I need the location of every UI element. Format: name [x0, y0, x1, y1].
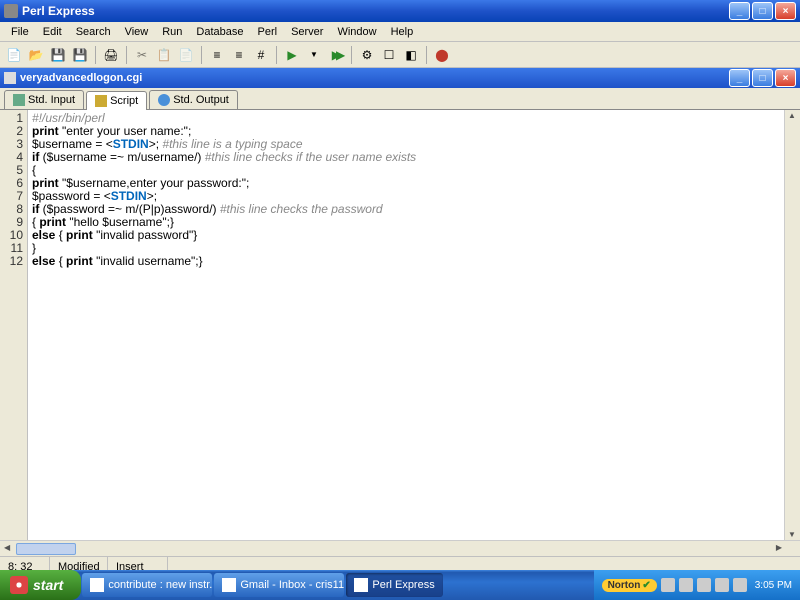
tray-icon[interactable]: [697, 578, 711, 592]
print-icon[interactable]: 🖨: [101, 45, 121, 65]
tab-script[interactable]: Script: [86, 91, 147, 110]
tab-label: Std. Output: [173, 94, 229, 106]
open-file-icon[interactable]: 📂: [26, 45, 46, 65]
document-icon: [4, 72, 16, 84]
task-label: contribute : new instr...: [108, 579, 212, 591]
hash-icon[interactable]: #: [251, 45, 271, 65]
maximize-button[interactable]: □: [752, 2, 773, 20]
menu-view[interactable]: View: [118, 24, 156, 40]
window-title: Perl Express: [22, 4, 729, 18]
tray-icon[interactable]: [679, 578, 693, 592]
app-icon: [354, 578, 368, 592]
editor-tabs: Std. Input Script Std. Output: [0, 88, 800, 110]
indent-icon[interactable]: ≡: [207, 45, 227, 65]
separator: [276, 46, 277, 64]
tab-label: Std. Input: [28, 94, 75, 106]
new-file-icon[interactable]: 📄: [4, 45, 24, 65]
separator: [201, 46, 202, 64]
taskbar-item-contribute[interactable]: contribute : new instr...: [82, 573, 212, 597]
check-icon: ✔: [642, 580, 650, 591]
norton-badge[interactable]: Norton✔: [602, 579, 657, 592]
menu-edit[interactable]: Edit: [36, 24, 69, 40]
dropdown-icon[interactable]: ▼: [304, 45, 324, 65]
output-icon: [158, 94, 170, 106]
app-icon: [4, 4, 18, 18]
menu-perl[interactable]: Perl: [251, 24, 285, 40]
horizontal-scrollbar[interactable]: [0, 540, 800, 556]
clock[interactable]: 3:05 PM: [755, 580, 792, 591]
doc-close-button[interactable]: ×: [775, 69, 796, 87]
document-filename: veryadvancedlogon.cgi: [20, 72, 729, 84]
tool-icon-d[interactable]: ⬤: [432, 45, 452, 65]
tray-icon[interactable]: [715, 578, 729, 592]
toolbar: 📄 📂 💾 💾 🖨 ✂ 📋 📄 ≡ ≡ # ▶ ▼ ▶▶ ⚙ ☐ ◧ ⬤: [0, 42, 800, 68]
window-titlebar: Perl Express _ □ ×: [0, 0, 800, 22]
separator: [126, 46, 127, 64]
copy-icon[interactable]: 📋: [154, 45, 174, 65]
save-icon[interactable]: 💾: [48, 45, 68, 65]
tab-label: Script: [110, 95, 138, 107]
code-content[interactable]: #!/usr/bin/perlprint "enter your user na…: [28, 110, 784, 540]
taskbar-item-perlexpress[interactable]: Perl Express: [346, 573, 442, 597]
tool-icon-a[interactable]: ⚙: [357, 45, 377, 65]
doc-minimize-button[interactable]: _: [729, 69, 750, 87]
run-all-icon[interactable]: ▶▶: [326, 45, 346, 65]
script-icon: [95, 95, 107, 107]
minimize-button[interactable]: _: [729, 2, 750, 20]
system-tray: Norton✔ 3:05 PM: [594, 570, 800, 600]
save-all-icon[interactable]: 💾: [70, 45, 90, 65]
cut-icon[interactable]: ✂: [132, 45, 152, 65]
menu-database[interactable]: Database: [189, 24, 250, 40]
outdent-icon[interactable]: ≡: [229, 45, 249, 65]
start-button[interactable]: start: [0, 570, 81, 600]
menu-file[interactable]: File: [4, 24, 36, 40]
start-label: start: [33, 577, 63, 593]
menubar: File Edit Search View Run Database Perl …: [0, 22, 800, 42]
app-icon: [222, 578, 236, 592]
doc-maximize-button[interactable]: □: [752, 69, 773, 87]
line-number-gutter: 123456789101112: [0, 110, 28, 540]
separator: [95, 46, 96, 64]
input-icon: [13, 94, 25, 106]
menu-help[interactable]: Help: [384, 24, 421, 40]
tray-icon[interactable]: [733, 578, 747, 592]
menu-search[interactable]: Search: [69, 24, 118, 40]
document-titlebar: veryadvancedlogon.cgi _ □ ×: [0, 68, 800, 88]
tool-icon-c[interactable]: ◧: [401, 45, 421, 65]
code-editor[interactable]: 123456789101112 #!/usr/bin/perlprint "en…: [0, 110, 800, 540]
tray-icon[interactable]: [661, 578, 675, 592]
task-label: Gmail - Inbox - cris11...: [240, 579, 344, 591]
app-icon: [90, 578, 104, 592]
windows-logo-icon: [10, 576, 28, 594]
tool-icon-b[interactable]: ☐: [379, 45, 399, 65]
tab-std-input[interactable]: Std. Input: [4, 90, 84, 109]
tab-std-output[interactable]: Std. Output: [149, 90, 238, 109]
close-button[interactable]: ×: [775, 2, 796, 20]
windows-taskbar: start contribute : new instr... Gmail - …: [0, 570, 800, 600]
scroll-thumb[interactable]: [16, 543, 76, 555]
menu-window[interactable]: Window: [330, 24, 383, 40]
taskbar-item-gmail[interactable]: Gmail - Inbox - cris11...: [214, 573, 344, 597]
menu-run[interactable]: Run: [155, 24, 189, 40]
vertical-scrollbar[interactable]: [784, 110, 800, 540]
menu-server[interactable]: Server: [284, 24, 330, 40]
paste-icon[interactable]: 📄: [176, 45, 196, 65]
task-label: Perl Express: [372, 579, 434, 591]
separator: [351, 46, 352, 64]
separator: [426, 46, 427, 64]
run-icon[interactable]: ▶: [282, 45, 302, 65]
